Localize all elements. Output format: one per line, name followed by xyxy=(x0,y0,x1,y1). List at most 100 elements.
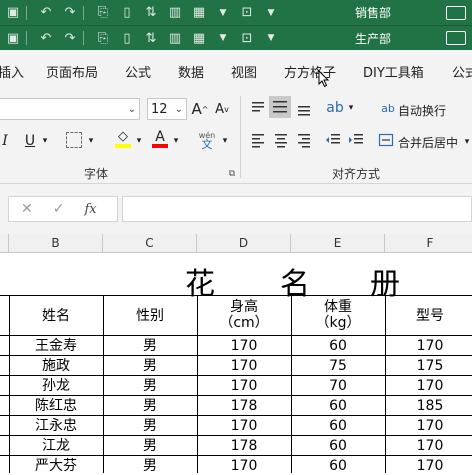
column-header-f[interactable]: F xyxy=(385,234,472,253)
name-cell[interactable]: 王金寿 xyxy=(9,337,103,355)
name-cell[interactable]: 江永忠 xyxy=(9,417,103,435)
weight-cell[interactable]: 60 xyxy=(291,417,385,435)
chevron-down-icon[interactable]: ▾ xyxy=(134,130,144,152)
new-file-icon[interactable]: ▯ xyxy=(118,29,136,47)
weight-cell[interactable]: 60 xyxy=(291,437,385,455)
increase-font-icon[interactable]: A ^ xyxy=(190,98,210,120)
name-cell[interactable]: 江龙 xyxy=(9,437,103,455)
orientation-icon[interactable]: ab xyxy=(326,98,344,118)
enter-icon[interactable]: ✓ xyxy=(53,201,65,217)
size-cell[interactable]: 185 xyxy=(385,397,472,415)
weight-cell[interactable]: 60 xyxy=(291,337,385,355)
increase-indent-icon[interactable] xyxy=(348,132,364,148)
gender-cell[interactable]: 男 xyxy=(103,417,197,435)
height-cell[interactable]: 170 xyxy=(197,417,291,435)
align-middle-selected[interactable] xyxy=(269,96,291,118)
align-right-icon[interactable] xyxy=(296,132,312,148)
dialog-launcher-icon[interactable]: ⧉ xyxy=(226,168,238,180)
fill-color-button[interactable]: ◇ xyxy=(114,128,132,150)
gender-cell[interactable]: 男 xyxy=(103,437,197,455)
chevron-down-icon[interactable]: ▾ xyxy=(171,130,181,152)
merge-center-icon[interactable] xyxy=(378,132,394,148)
height-cell[interactable]: 178 xyxy=(197,437,291,455)
size-cell[interactable]: 170 xyxy=(385,417,472,435)
height-cell[interactable]: 170 xyxy=(197,457,291,475)
column-header-b[interactable]: B xyxy=(9,234,103,253)
chart-icon[interactable]: ▥ xyxy=(166,4,184,22)
format-painter-icon[interactable]: ⎘ xyxy=(94,29,112,47)
size-cell[interactable]: 170 xyxy=(385,457,472,475)
tab-data[interactable]: 数据 xyxy=(178,62,204,81)
height-cell[interactable]: 178 xyxy=(197,397,291,415)
phonetic-icon[interactable]: wén 文 xyxy=(196,128,218,152)
gender-cell[interactable]: 男 xyxy=(103,377,197,395)
table-icon[interactable]: ▦ xyxy=(190,4,208,22)
wrap-text-icon[interactable]: ab xyxy=(380,98,396,118)
weight-cell[interactable]: 60 xyxy=(291,457,385,475)
chevron-down-icon[interactable]: ▾ xyxy=(462,132,472,152)
insert-function-button[interactable]: fx xyxy=(84,202,96,217)
underline-button[interactable]: U xyxy=(22,130,38,152)
screenshot-icon[interactable]: ⊡ xyxy=(238,4,256,22)
weight-cell[interactable]: 75 xyxy=(291,357,385,375)
tab-view[interactable]: 视图 xyxy=(231,62,257,81)
name-cell[interactable]: 施政 xyxy=(9,357,103,375)
gender-cell[interactable]: 男 xyxy=(103,457,197,475)
screenshot-icon[interactable]: ⊡ xyxy=(238,29,256,47)
dropdown-icon[interactable]: ▼ xyxy=(214,29,232,47)
height-cell[interactable]: 170 xyxy=(197,377,291,395)
merge-center-button[interactable]: 合并后居中 xyxy=(398,134,458,151)
size-cell[interactable]: 170 xyxy=(385,377,472,395)
redo-icon[interactable]: ↷ xyxy=(61,4,79,22)
chevron-down-icon[interactable]: ▾ xyxy=(40,130,50,152)
wrap-text-button[interactable]: 自动换行 xyxy=(398,102,446,119)
save-icon[interactable]: ▣ xyxy=(4,29,22,47)
tab-page-layout[interactable]: 页面布局 xyxy=(46,62,98,81)
chevron-down-icon[interactable]: ▾ xyxy=(86,130,96,152)
height-cell[interactable]: 170 xyxy=(197,357,291,375)
format-painter-icon[interactable]: ⎘ xyxy=(94,4,112,22)
chart-icon[interactable]: ▥ xyxy=(166,29,184,47)
align-top-icon[interactable] xyxy=(250,100,266,116)
sort-icon[interactable]: ⇅ xyxy=(142,29,160,47)
tab-formulas[interactable]: 公式 xyxy=(125,62,151,81)
column-header-d[interactable]: D xyxy=(197,234,291,253)
name-cell[interactable]: 严大芬 xyxy=(9,457,103,475)
size-cell[interactable]: 170 xyxy=(385,337,472,355)
sort-icon[interactable]: ⇅ xyxy=(142,4,160,22)
weight-cell[interactable]: 60 xyxy=(291,397,385,415)
dropdown-icon[interactable]: ▼ xyxy=(214,4,232,22)
size-cell[interactable]: 175 xyxy=(385,357,472,375)
save-icon[interactable]: ▣ xyxy=(4,4,22,22)
decrease-font-icon[interactable]: Av xyxy=(212,98,232,120)
align-center-icon[interactable] xyxy=(273,132,289,148)
column-header-e[interactable]: E xyxy=(291,234,385,253)
worksheet[interactable]: 花 名 册 姓名 性别 身高 （cm） 体重 （kg） 型号 王金寿男 170 60 17… xyxy=(0,253,472,475)
align-left-icon[interactable] xyxy=(250,132,266,148)
dropdown-icon[interactable]: ▼ xyxy=(262,29,280,47)
column-header-c[interactable]: C xyxy=(103,234,197,253)
new-file-icon[interactable]: ▯ xyxy=(118,4,136,22)
undo-icon[interactable]: ↶ xyxy=(37,4,55,22)
name-cell[interactable]: 孙龙 xyxy=(9,377,103,395)
table-icon[interactable]: ▦ xyxy=(190,29,208,47)
tab-diy-toolbox[interactable]: DIY工具箱 xyxy=(363,62,424,81)
borders-icon[interactable] xyxy=(66,132,82,148)
gender-cell[interactable]: 男 xyxy=(103,337,197,355)
decrease-indent-icon[interactable] xyxy=(325,132,341,148)
ribbon-display-icon[interactable] xyxy=(446,5,466,20)
tab-insert[interactable]: 插入 xyxy=(0,62,24,81)
gender-cell[interactable]: 男 xyxy=(103,357,197,375)
italic-icon[interactable]: I xyxy=(0,130,12,152)
align-bottom-icon[interactable] xyxy=(296,100,312,116)
chevron-down-icon[interactable]: ▾ xyxy=(220,130,230,152)
size-cell[interactable]: 170 xyxy=(385,437,472,455)
name-cell[interactable]: 陈红忠 xyxy=(9,397,103,415)
font-color-button[interactable]: A xyxy=(151,128,169,150)
chevron-down-icon[interactable]: ▾ xyxy=(346,98,356,118)
height-cell[interactable]: 170 xyxy=(197,337,291,355)
dropdown-icon[interactable]: ▼ xyxy=(262,4,280,22)
redo-icon[interactable]: ↷ xyxy=(61,29,79,47)
weight-cell[interactable]: 70 xyxy=(291,377,385,395)
font-name-combo[interactable]: ⌄ xyxy=(0,98,140,120)
